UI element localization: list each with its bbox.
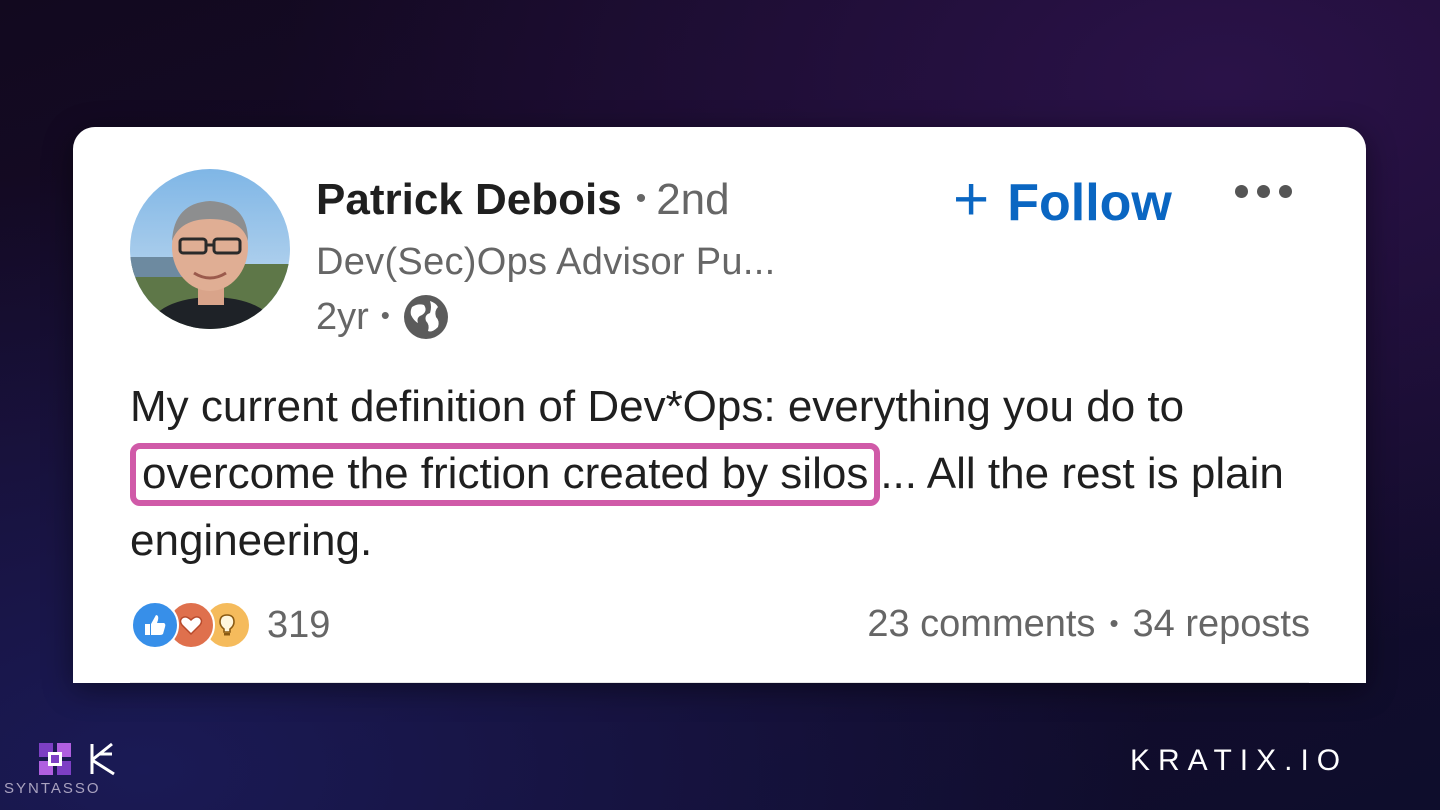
author-line: Patrick Debois • 2nd <box>316 175 730 225</box>
post-text-start: My current definition of Dev*Ops: everyt… <box>130 382 1185 431</box>
author-headline: Dev(Sec)Ops Advisor Pu... <box>316 241 776 283</box>
linkedin-post-card: Patrick Debois • 2nd Dev(Sec)Ops Advisor P… <box>73 127 1366 683</box>
globe-icon <box>402 293 450 341</box>
kratix-mark-icon <box>90 742 115 776</box>
separator-dot: • <box>1109 608 1119 638</box>
kratix-wordmark: KRATIX.IO <box>1130 744 1349 777</box>
post-time: 2yr <box>316 295 369 338</box>
author-name[interactable]: Patrick Debois <box>316 175 622 224</box>
plus-icon: + <box>953 165 990 234</box>
highlighted-phrase: overcome the friction created by silos <box>130 443 881 506</box>
connection-degree: 2nd <box>656 175 730 224</box>
more-options-icon[interactable] <box>1235 177 1292 206</box>
post-stats: 23 comments • 34 reposts <box>867 603 1310 646</box>
separator-dot: • <box>380 299 390 330</box>
syntasso-logo: SYNTASSO <box>0 736 115 806</box>
author-avatar[interactable] <box>130 169 290 329</box>
follow-label: Follow <box>1007 173 1172 232</box>
follow-button[interactable]: + Follow <box>953 165 1172 238</box>
syntasso-wordmark: SYNTASSO <box>4 780 101 797</box>
reactions-summary[interactable]: 319 <box>131 601 330 649</box>
reaction-count: 319 <box>267 603 331 646</box>
comments-count[interactable]: 23 comments <box>867 603 1095 645</box>
more-dot <box>1279 185 1292 198</box>
more-dot <box>1257 185 1270 198</box>
post-meta: 2yr • <box>316 293 450 341</box>
like-icon <box>131 601 179 649</box>
reposts-count[interactable]: 34 reposts <box>1133 603 1310 645</box>
more-dot <box>1235 185 1248 198</box>
syntasso-mark-icon <box>39 743 71 775</box>
post-text: My current definition of Dev*Ops: everyt… <box>130 373 1310 574</box>
divider <box>130 682 1309 683</box>
separator-dot: • <box>635 182 647 215</box>
